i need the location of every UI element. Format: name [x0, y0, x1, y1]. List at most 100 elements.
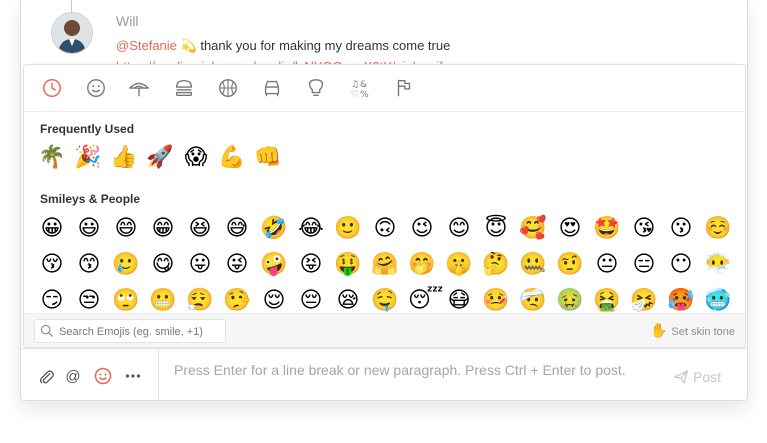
smiley-emoji[interactable]: 😛: [186, 251, 214, 279]
smiley-emoji[interactable]: 😁: [149, 215, 177, 243]
smiley-emoji[interactable]: 😘: [630, 215, 658, 243]
smiley-emoji[interactable]: 😃: [75, 215, 103, 243]
smiley-emoji[interactable]: 🤧: [630, 287, 658, 315]
smiley-emoji[interactable]: 🤗: [371, 251, 399, 279]
set-skin-tone-button[interactable]: ✋ Set skin tone: [650, 323, 735, 339]
emoji-search-input[interactable]: [57, 322, 225, 342]
smiley-emoji[interactable]: 🤪: [260, 251, 288, 279]
smiley-emoji[interactable]: 😐: [593, 251, 621, 279]
smiley-emoji[interactable]: 😶: [667, 251, 695, 279]
smiley-emoji[interactable]: 🙂: [334, 215, 362, 243]
smiley-emoji[interactable]: 😮‍💨: [186, 287, 214, 315]
objects-icon[interactable]: [304, 76, 328, 100]
composer: @ Press Enter for a line break or new pa…: [21, 348, 747, 400]
smiley-emoji[interactable]: 🥰: [519, 215, 547, 243]
smiley-emoji[interactable]: 🥵: [667, 287, 695, 315]
smiley-emoji[interactable]: 🥲: [112, 251, 140, 279]
smiley-emoji[interactable]: 🤨: [556, 251, 584, 279]
smiley-emoji[interactable]: 😊: [445, 215, 473, 243]
smiley-emoji[interactable]: 😔: [297, 287, 325, 315]
message-text: @Stefanie 💫 thank you for making my drea…: [116, 38, 450, 54]
food-icon[interactable]: [172, 76, 196, 100]
smiley-emoji[interactable]: 😇: [482, 215, 510, 243]
smiley-emoji[interactable]: 😑: [630, 251, 658, 279]
post-button[interactable]: Post: [673, 369, 721, 385]
emoji-category-bar: ♫ & ♡%: [24, 65, 745, 112]
smiley-emoji[interactable]: 😶‍🌫️: [704, 251, 732, 279]
smiley-emoji[interactable]: 😋: [149, 251, 177, 279]
frequent-emoji[interactable]: 🌴: [38, 144, 66, 172]
smiley-emoji[interactable]: 🤢: [556, 287, 584, 315]
smiley-emoji[interactable]: 🤫: [445, 251, 473, 279]
smiley-emoji[interactable]: 🥶: [704, 287, 732, 315]
smiley-emoji[interactable]: ☺️: [704, 215, 732, 243]
smiley-emoji[interactable]: 😴: [408, 287, 443, 315]
smiley-emoji[interactable]: 😉: [408, 215, 436, 243]
smiley-emoji[interactable]: 😀: [38, 215, 66, 243]
more-icon[interactable]: [124, 367, 142, 385]
smiley-emoji[interactable]: 😅: [223, 215, 251, 243]
composer-input[interactable]: Press Enter for a line break or new para…: [174, 362, 626, 378]
smiley-emoji[interactable]: 🤕: [519, 287, 547, 315]
frequent-emoji[interactable]: 👊: [254, 144, 282, 172]
smiley-emoji[interactable]: 🤣: [260, 215, 288, 243]
smiley-icon[interactable]: [84, 76, 108, 100]
author-name[interactable]: Will: [116, 13, 139, 29]
attachment-icon[interactable]: [37, 367, 55, 385]
recent-icon[interactable]: [40, 76, 64, 100]
skin-tone-label: Set skin tone: [671, 326, 735, 338]
smiley-emoji[interactable]: 🤐: [519, 251, 547, 279]
frequent-emoji[interactable]: 🚀: [146, 144, 174, 172]
smiley-emoji[interactable]: 😪: [334, 287, 362, 315]
smiley-emoji[interactable]: 😍: [556, 215, 584, 243]
smiley-emoji[interactable]: 😆: [186, 215, 214, 243]
smiley-emoji[interactable]: 🤤: [371, 287, 399, 315]
symbols-icon[interactable]: ♫ & ♡%: [348, 76, 372, 100]
svg-text:♡: ♡: [351, 89, 359, 99]
smiley-emoji[interactable]: 😒: [75, 287, 103, 315]
smiley-emoji[interactable]: 🤥: [223, 287, 251, 315]
smiley-emoji[interactable]: 😝: [297, 251, 325, 279]
sports-icon[interactable]: [216, 76, 240, 100]
smileys-heading: Smileys & People: [40, 192, 141, 206]
smiley-emoji[interactable]: 😜: [223, 251, 251, 279]
frequent-emoji[interactable]: 🎉: [74, 144, 102, 172]
emoji-search-box[interactable]: [34, 319, 226, 343]
message-body: thank you for making my dreams come true: [196, 38, 451, 53]
smiley-emoji[interactable]: 🙄: [112, 287, 140, 315]
smiley-emoji[interactable]: 😏: [38, 287, 66, 315]
frequent-emoji[interactable]: 👍: [110, 144, 138, 172]
smiley-emoji[interactable]: 🤑: [334, 251, 362, 279]
smiley-emoji[interactable]: 😂: [297, 215, 325, 243]
smiley-emoji[interactable]: 🤔: [482, 251, 510, 279]
emoji-icon[interactable]: [94, 367, 112, 385]
smiley-emoji[interactable]: 😷: [445, 287, 473, 315]
smiley-emoji[interactable]: 🤮: [593, 287, 621, 315]
smiley-emoji[interactable]: 🙃: [371, 215, 399, 243]
smiley-emoji[interactable]: 😚: [38, 251, 66, 279]
mention-icon[interactable]: @: [64, 367, 82, 385]
smiley-emoji[interactable]: 🤩: [593, 215, 621, 243]
smiley-emoji[interactable]: 😬: [149, 287, 177, 315]
nature-icon[interactable]: [127, 76, 151, 100]
flags-icon[interactable]: [392, 76, 416, 100]
inline-emoji: 💫: [180, 39, 197, 54]
smiley-emoji[interactable]: 😙: [75, 251, 103, 279]
smiley-emoji[interactable]: 🤭: [408, 251, 436, 279]
frequent-emoji[interactable]: 💪: [218, 144, 246, 172]
mention-link[interactable]: @Stefanie: [116, 38, 177, 53]
emoji-search-bar: ✋Set skin tone: [24, 313, 745, 347]
smiley-emoji[interactable]: 😄: [112, 215, 140, 243]
smiley-emoji[interactable]: 😗: [667, 215, 695, 243]
comment-card: Will @Stefanie 💫 thank you for making my…: [20, 0, 748, 401]
smiley-emoji[interactable]: 🤒: [482, 287, 510, 315]
composer-tools: @: [21, 349, 159, 400]
frequently-used-heading: Frequently Used: [40, 122, 135, 136]
travel-icon[interactable]: [260, 76, 284, 100]
skin-tone-hand-icon: ✋: [649, 323, 668, 339]
emoji-picker: ♫&♡% Frequently Used Smileys & People ✋S…: [23, 64, 746, 348]
frequent-emoji[interactable]: 😱: [182, 144, 210, 172]
post-label: Post: [692, 369, 721, 385]
smiley-emoji[interactable]: 😌: [260, 287, 288, 315]
avatar[interactable]: [51, 12, 93, 54]
